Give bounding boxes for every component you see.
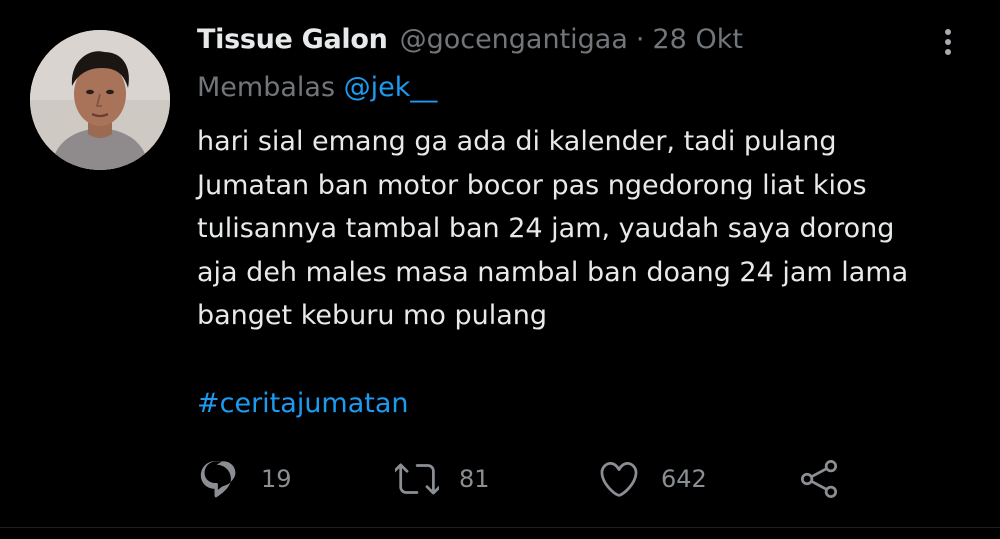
hashtag-link[interactable]: #ceritajumatan [197, 388, 409, 419]
tweet-header: Tissue Galon @gocengantigaa · 28 Okt [197, 24, 743, 64]
reply-context: Membalas @jek__ [197, 72, 437, 103]
reply-count: 19 [261, 465, 292, 493]
more-options-button[interactable] [930, 24, 966, 60]
tweet-text-line: tulisannya tambal ban 24 jam, yaudah say… [197, 213, 895, 244]
divider [0, 527, 1000, 528]
retweet-count: 81 [459, 465, 490, 493]
reply-mention-link[interactable]: @jek__ [344, 72, 438, 103]
tweet-text: hari sial emang ga ada di kalender, tadi… [197, 120, 957, 338]
retweet-icon [395, 463, 439, 495]
author-handle[interactable]: @gocengantigaa [400, 24, 628, 55]
tweet-text-line: hari sial emang ga ada di kalender, tadi… [197, 126, 837, 157]
tweet-text-line: aja deh males masa nambal ban doang 24 j… [197, 256, 909, 288]
heart-icon [600, 461, 638, 497]
tweet-text-line: Jumatan ban motor bocor pas ngedorong li… [197, 169, 867, 201]
reply-button[interactable]: 19 [197, 454, 292, 504]
more-vertical-icon [945, 29, 951, 35]
retweet-button[interactable]: 81 [395, 454, 490, 504]
author-name[interactable]: Tissue Galon [197, 24, 388, 55]
share-icon [800, 460, 838, 498]
separator-dot: · [635, 24, 645, 55]
tweet-text-line: banget keburu mo pulang [197, 300, 547, 331]
like-count: 642 [661, 465, 707, 493]
avatar[interactable] [30, 30, 170, 170]
tweet[interactable]: Tissue Galon @gocengantigaa · 28 Okt Mem… [0, 0, 1000, 539]
avatar-image [30, 30, 170, 170]
comment-icon [200, 461, 236, 498]
like-button[interactable]: 642 [597, 454, 707, 504]
share-button[interactable] [797, 454, 841, 504]
reply-prefix: Membalas [197, 72, 336, 103]
tweet-date[interactable]: 28 Okt [653, 24, 743, 55]
